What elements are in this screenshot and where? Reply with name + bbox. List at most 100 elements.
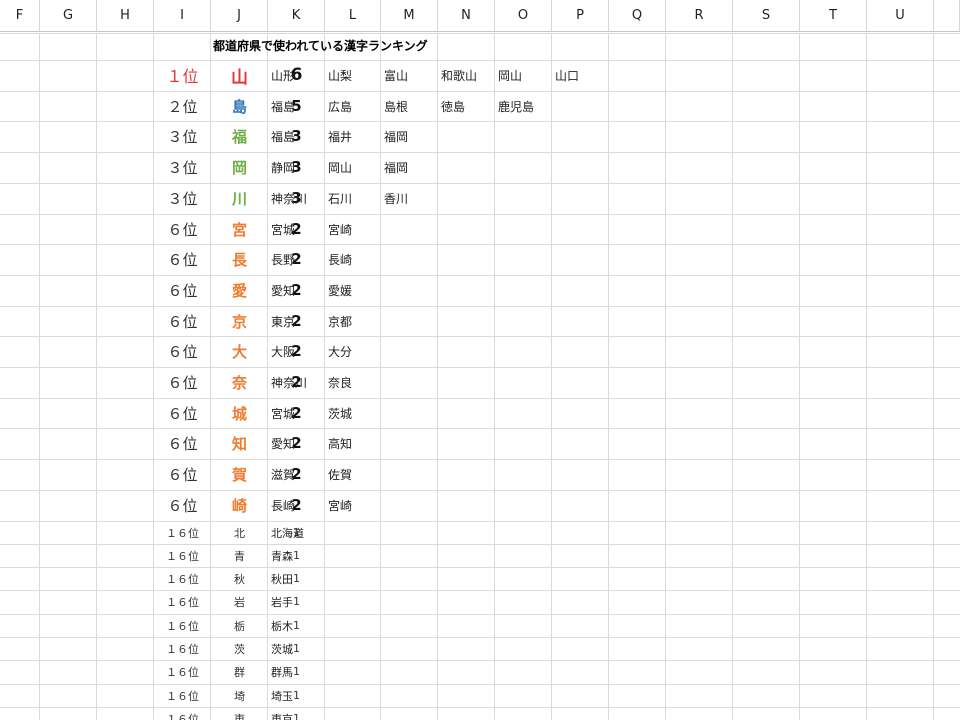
column-header-o[interactable]: O bbox=[495, 0, 552, 32]
kanji-cell[interactable]: 大 bbox=[211, 336, 268, 366]
prefecture-cell[interactable]: 福島 bbox=[268, 91, 328, 121]
rank-cell[interactable]: １６位 bbox=[154, 567, 211, 590]
column-header-next[interactable] bbox=[934, 0, 960, 32]
prefecture-cell[interactable]: 香川 bbox=[381, 183, 441, 213]
rank-cell[interactable]: ６位 bbox=[154, 490, 211, 520]
prefecture-cell[interactable]: 鹿児島 bbox=[495, 91, 555, 121]
prefecture-cell[interactable]: 富山 bbox=[381, 60, 441, 90]
prefecture-cell[interactable]: 徳島 bbox=[438, 91, 498, 121]
kanji-cell[interactable]: 奈 bbox=[211, 367, 268, 397]
prefecture-cell[interactable]: 広島 bbox=[325, 91, 384, 121]
prefecture-cell[interactable]: 群馬 bbox=[268, 660, 328, 683]
column-header-s[interactable]: S bbox=[733, 0, 800, 32]
column-header-u[interactable]: U bbox=[867, 0, 934, 32]
prefecture-cell[interactable]: 石川 bbox=[325, 183, 384, 213]
prefecture-cell[interactable]: 静岡 bbox=[268, 152, 328, 182]
kanji-cell[interactable]: 茨 bbox=[211, 637, 268, 660]
rank-cell[interactable]: ６位 bbox=[154, 459, 211, 489]
kanji-cell[interactable]: 岩 bbox=[211, 590, 268, 613]
kanji-cell[interactable]: 岡 bbox=[211, 152, 268, 182]
column-header-g[interactable]: G bbox=[40, 0, 97, 32]
rank-cell[interactable]: ６位 bbox=[154, 306, 211, 336]
kanji-cell[interactable]: 賀 bbox=[211, 459, 268, 489]
column-header-j[interactable]: J bbox=[211, 0, 268, 32]
prefecture-cell[interactable]: 京都 bbox=[325, 306, 384, 336]
kanji-cell[interactable]: 京 bbox=[211, 306, 268, 336]
rank-cell[interactable]: １６位 bbox=[154, 637, 211, 660]
column-header-n[interactable]: N bbox=[438, 0, 495, 32]
prefecture-cell[interactable]: 岩手 bbox=[268, 590, 328, 613]
column-header-t[interactable]: T bbox=[800, 0, 867, 32]
prefecture-cell[interactable]: 宮城 bbox=[268, 214, 328, 244]
prefecture-cell[interactable]: 宮崎 bbox=[325, 490, 384, 520]
kanji-cell[interactable]: 川 bbox=[211, 183, 268, 213]
prefecture-cell[interactable]: 茨城 bbox=[268, 637, 328, 660]
kanji-cell[interactable]: 東 bbox=[211, 707, 268, 720]
kanji-cell[interactable]: 北 bbox=[211, 521, 268, 544]
column-header-k[interactable]: K bbox=[268, 0, 325, 32]
rank-cell[interactable]: ３位 bbox=[154, 183, 211, 213]
prefecture-cell[interactable]: 愛知 bbox=[268, 275, 328, 305]
rank-cell[interactable]: ６位 bbox=[154, 244, 211, 274]
prefecture-cell[interactable]: 滋賀 bbox=[268, 459, 328, 489]
kanji-cell[interactable]: 栃 bbox=[211, 614, 268, 637]
column-header-p[interactable]: P bbox=[552, 0, 609, 32]
prefecture-cell[interactable]: 大阪 bbox=[268, 336, 328, 366]
prefecture-cell[interactable]: 岡山 bbox=[495, 60, 555, 90]
kanji-cell[interactable]: 長 bbox=[211, 244, 268, 274]
rank-cell[interactable]: ６位 bbox=[154, 275, 211, 305]
column-header-l[interactable]: L bbox=[325, 0, 381, 32]
rank-cell[interactable]: １６位 bbox=[154, 544, 211, 567]
rank-cell[interactable]: １６位 bbox=[154, 707, 211, 720]
prefecture-cell[interactable]: 奈良 bbox=[325, 367, 384, 397]
kanji-cell[interactable]: 埼 bbox=[211, 684, 268, 707]
prefecture-cell[interactable]: 山形 bbox=[268, 60, 328, 90]
prefecture-cell[interactable]: 福岡 bbox=[381, 121, 441, 151]
rank-cell[interactable]: ６位 bbox=[154, 398, 211, 428]
column-header-q[interactable]: Q bbox=[609, 0, 666, 32]
sheet-title[interactable]: 都道府県で使われている漢字ランキング bbox=[213, 35, 428, 55]
column-header-r[interactable]: R bbox=[666, 0, 733, 32]
kanji-cell[interactable]: 山 bbox=[211, 60, 268, 90]
rank-cell[interactable]: １６位 bbox=[154, 521, 211, 544]
prefecture-cell[interactable]: 福岡 bbox=[381, 152, 441, 182]
prefecture-cell[interactable]: 佐賀 bbox=[325, 459, 384, 489]
prefecture-cell[interactable]: 長崎 bbox=[325, 244, 384, 274]
rank-cell[interactable]: ６位 bbox=[154, 336, 211, 366]
prefecture-cell[interactable]: 北海道 bbox=[268, 521, 328, 544]
kanji-cell[interactable]: 愛 bbox=[211, 275, 268, 305]
kanji-cell[interactable]: 福 bbox=[211, 121, 268, 151]
prefecture-cell[interactable]: 秋田 bbox=[268, 567, 328, 590]
rank-cell[interactable]: ２位 bbox=[154, 91, 211, 121]
prefecture-cell[interactable]: 和歌山 bbox=[438, 60, 498, 90]
kanji-cell[interactable]: 崎 bbox=[211, 490, 268, 520]
prefecture-cell[interactable]: 愛媛 bbox=[325, 275, 384, 305]
kanji-cell[interactable]: 青 bbox=[211, 544, 268, 567]
prefecture-cell[interactable]: 島根 bbox=[381, 91, 441, 121]
rank-cell[interactable]: ３位 bbox=[154, 121, 211, 151]
prefecture-cell[interactable]: 長野 bbox=[268, 244, 328, 274]
rank-cell[interactable]: １６位 bbox=[154, 660, 211, 683]
kanji-cell[interactable]: 知 bbox=[211, 428, 268, 458]
prefecture-cell[interactable]: 埼玉 bbox=[268, 684, 328, 707]
kanji-cell[interactable]: 宮 bbox=[211, 214, 268, 244]
prefecture-cell[interactable]: 神奈川 bbox=[268, 367, 328, 397]
prefecture-cell[interactable]: 宮崎 bbox=[325, 214, 384, 244]
prefecture-cell[interactable]: 福島 bbox=[268, 121, 328, 151]
kanji-cell[interactable]: 秋 bbox=[211, 567, 268, 590]
kanji-cell[interactable]: 城 bbox=[211, 398, 268, 428]
prefecture-cell[interactable]: 大分 bbox=[325, 336, 384, 366]
prefecture-cell[interactable]: 山口 bbox=[552, 60, 612, 90]
prefecture-cell[interactable]: 茨城 bbox=[325, 398, 384, 428]
rank-cell[interactable]: １６位 bbox=[154, 614, 211, 637]
prefecture-cell[interactable]: 山梨 bbox=[325, 60, 384, 90]
prefecture-cell[interactable]: 高知 bbox=[325, 428, 384, 458]
prefecture-cell[interactable]: 神奈川 bbox=[268, 183, 328, 213]
prefecture-cell[interactable]: 栃木 bbox=[268, 614, 328, 637]
kanji-cell[interactable]: 島 bbox=[211, 91, 268, 121]
column-header-h[interactable]: H bbox=[97, 0, 154, 32]
rank-cell[interactable]: ６位 bbox=[154, 428, 211, 458]
prefecture-cell[interactable]: 東京 bbox=[268, 306, 328, 336]
prefecture-cell[interactable]: 福井 bbox=[325, 121, 384, 151]
rank-cell[interactable]: １６位 bbox=[154, 590, 211, 613]
